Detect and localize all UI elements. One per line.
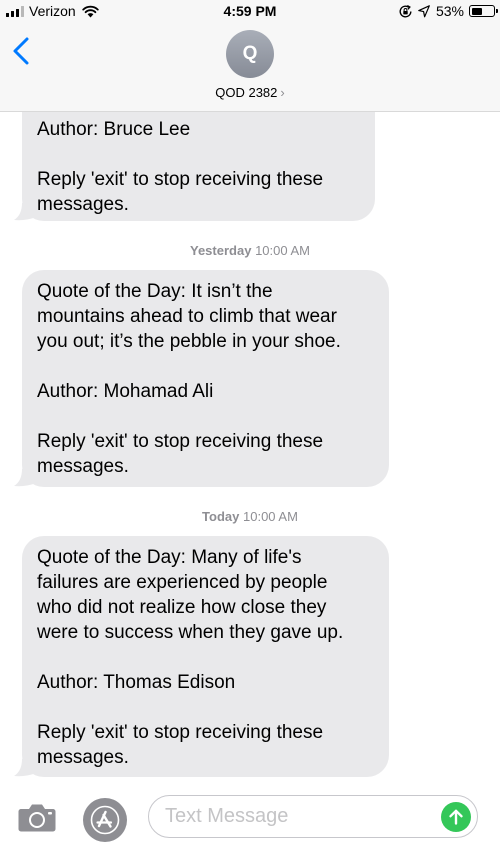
appstore-glyph-icon — [90, 805, 120, 835]
timestamp: Today 10:00 AM — [0, 509, 500, 524]
message-text: Reply 'exit' to stop receiving these mes… — [37, 431, 324, 477]
input-bar: Text Message — [0, 788, 500, 844]
message-input-placeholder: Text Message — [165, 805, 289, 827]
message-text: Reply 'exit' to stop receiving these mes… — [37, 169, 324, 215]
bubble-tail — [14, 759, 36, 777]
timestamp-day: Yesterday — [190, 243, 252, 258]
battery-icon — [469, 5, 498, 17]
battery-fill — [471, 7, 483, 15]
contact-avatar[interactable]: Q — [226, 30, 274, 78]
appstore-icon[interactable] — [83, 798, 127, 842]
camera-icon[interactable] — [17, 801, 57, 833]
message-text: Quote of the Day: It isn’t the mountains… — [37, 281, 341, 352]
message-text: Quote of the Day: Many of life's failure… — [37, 547, 344, 643]
avatar-initial: Q — [242, 43, 258, 64]
conversation-header: Q QOD 2382 › — [0, 22, 500, 112]
status-bar: Verizon 4:59 PM 53% — [0, 0, 500, 22]
rotation-lock-icon — [399, 4, 412, 17]
message-text: Author: Bruce Lee — [37, 119, 191, 140]
message-text: Author: Mohamad Ali — [37, 381, 214, 402]
bubble-tail — [14, 203, 36, 221]
bubble-tail — [14, 469, 36, 487]
timestamp-time: 10:00 AM — [255, 243, 310, 258]
chevron-right-icon: › — [280, 85, 285, 100]
timestamp: Yesterday 10:00 AM — [0, 243, 500, 258]
timestamp-time: 10:00 AM — [243, 509, 298, 524]
battery-percent: 53% — [435, 3, 464, 19]
message-bubble[interactable]: Quote of the Day: Many of life's failure… — [14, 536, 389, 777]
back-button[interactable] — [8, 36, 38, 66]
send-arrow-icon — [449, 809, 463, 825]
contact-name[interactable]: QOD 2382 › — [0, 85, 500, 100]
location-icon — [418, 4, 430, 17]
timestamp-day: Today — [202, 509, 240, 524]
contact-name-label: QOD 2382 — [215, 85, 278, 100]
message-bubble[interactable]: Quote of the Day: It isn’t the mountains… — [14, 270, 389, 487]
send-button[interactable] — [441, 802, 471, 832]
message-text: Reply 'exit' to stop receiving these mes… — [37, 722, 324, 768]
messages-screen: Verizon 4:59 PM 53% Q QOD 2382 › Author:… — [0, 0, 500, 844]
message-text: Author: Thomas Edison — [37, 672, 236, 693]
status-right: 53% — [398, 3, 498, 19]
message-input[interactable]: Text Message — [148, 795, 478, 838]
